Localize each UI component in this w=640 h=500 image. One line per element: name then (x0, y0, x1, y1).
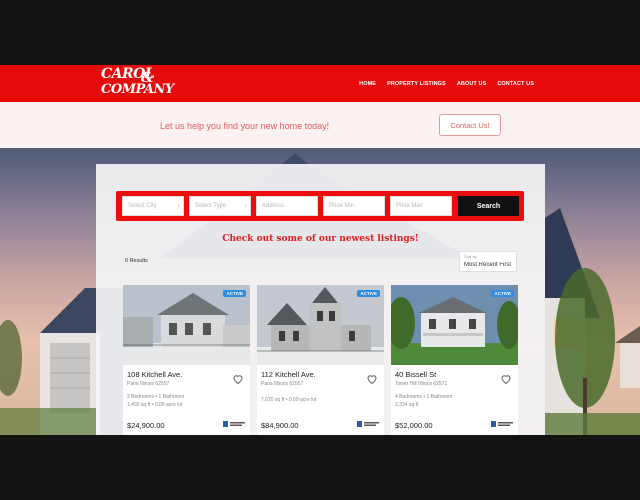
listing-city: Tower Hill Illinois 62571 (395, 381, 448, 387)
listing-price: $84,900.00 (261, 421, 299, 430)
price-min-input[interactable]: Price Min (323, 196, 385, 216)
listing-beds-baths: 2 Bedrooms • 1 Bathroom (127, 394, 185, 400)
search-button[interactable]: Search (458, 196, 519, 216)
carol-company-logo[interactable]: CAROL & COMPANY (101, 67, 174, 100)
listing-beds-baths: 4 Bedrooms • 1 Bathroom (395, 394, 453, 400)
listing-price: $24,900.00 (127, 421, 165, 430)
status-badge: ACTIVE (491, 290, 514, 297)
listing-city: Pana Illinois 62557 (261, 381, 304, 387)
favorite-heart-icon[interactable] (232, 373, 244, 385)
website: CAROL & COMPANY HOME PROPERTY LISTINGS A… (0, 65, 640, 435)
sort-label: Sort by (464, 254, 477, 259)
listing-card[interactable]: ACTIVE 108 Kitchell Ave. Pana Illinois 6… (123, 285, 250, 435)
select-city-placeholder: Select City (128, 203, 157, 209)
price-min-placeholder: Price Min (329, 203, 355, 209)
search-bar: Select City ↕ Select Type ↕ Address Pric… (116, 191, 524, 221)
listing-photo[interactable]: ACTIVE (391, 285, 518, 365)
listing-address[interactable]: 40 Bissell St (395, 370, 436, 379)
price-max-placeholder: Price Max (396, 203, 423, 209)
address-input[interactable]: Address (256, 196, 318, 216)
updown-caret-icon: ↕ (244, 203, 248, 209)
listing-photo[interactable]: ACTIVE (123, 285, 250, 365)
status-badge: ACTIVE (357, 290, 380, 297)
nav-home[interactable]: HOME (359, 81, 376, 87)
price-max-input[interactable]: Price Max (390, 196, 452, 216)
site-header: CAROL & COMPANY HOME PROPERTY LISTINGS A… (0, 65, 640, 102)
contact-us-button[interactable]: Contact Us! (439, 114, 501, 136)
help-banner: Let us help you find your new home today… (0, 102, 640, 148)
mls-logo-icon (491, 421, 513, 427)
listing-address[interactable]: 108 Kitchell Ave. (127, 370, 182, 379)
help-text: Let us help you find your new home today… (160, 121, 330, 131)
browser-frame: CAROL & COMPANY HOME PROPERTY LISTINGS A… (0, 0, 640, 500)
sort-value: Most Recent First (464, 262, 512, 268)
nav-contact-us[interactable]: CONTACT US (497, 81, 534, 87)
mls-logo-icon (357, 421, 379, 427)
listing-sqft: 2,334 sq ft (395, 402, 419, 408)
status-badge: ACTIVE (223, 290, 246, 297)
select-type-placeholder: Select Type (195, 203, 227, 209)
sort-dropdown[interactable]: Sort by Most Recent First (459, 251, 517, 272)
listing-photo[interactable]: ACTIVE (257, 285, 384, 365)
listing-city: Pana Illinois 62557 (127, 381, 170, 387)
nav-about-us[interactable]: ABOUT US (457, 81, 487, 87)
main-nav: HOME PROPERTY LISTINGS ABOUT US CONTACT … (359, 65, 534, 102)
listing-card[interactable]: ACTIVE 112 Kitchell Ave. Pana Illinois 6… (257, 285, 384, 435)
logo-ampersand: & (141, 70, 154, 86)
listing-card[interactable]: ACTIVE 40 Bissell St Tower Hill Illinois… (391, 285, 518, 435)
listing-price: $52,000.00 (395, 421, 433, 430)
listings-headline: Check out some of our newest listings! (222, 234, 419, 244)
mls-logo-icon (223, 421, 245, 427)
favorite-heart-icon[interactable] (500, 373, 512, 385)
updown-caret-icon: ↕ (177, 203, 181, 209)
results-count: 6 Results (125, 258, 148, 264)
favorite-heart-icon[interactable] (366, 373, 378, 385)
nav-property-listings[interactable]: PROPERTY LISTINGS (387, 81, 446, 87)
select-city-dropdown[interactable]: Select City ↕ (122, 196, 184, 216)
address-placeholder: Address (262, 203, 285, 209)
listing-address[interactable]: 112 Kitchell Ave. (261, 370, 316, 379)
listing-sqft: 7,620 sq ft • 0.09 acre lot (261, 397, 317, 403)
listing-sqft: 1,492 sq ft • 0.05 acre lot (127, 402, 183, 408)
select-type-dropdown[interactable]: Select Type ↕ (189, 196, 251, 216)
